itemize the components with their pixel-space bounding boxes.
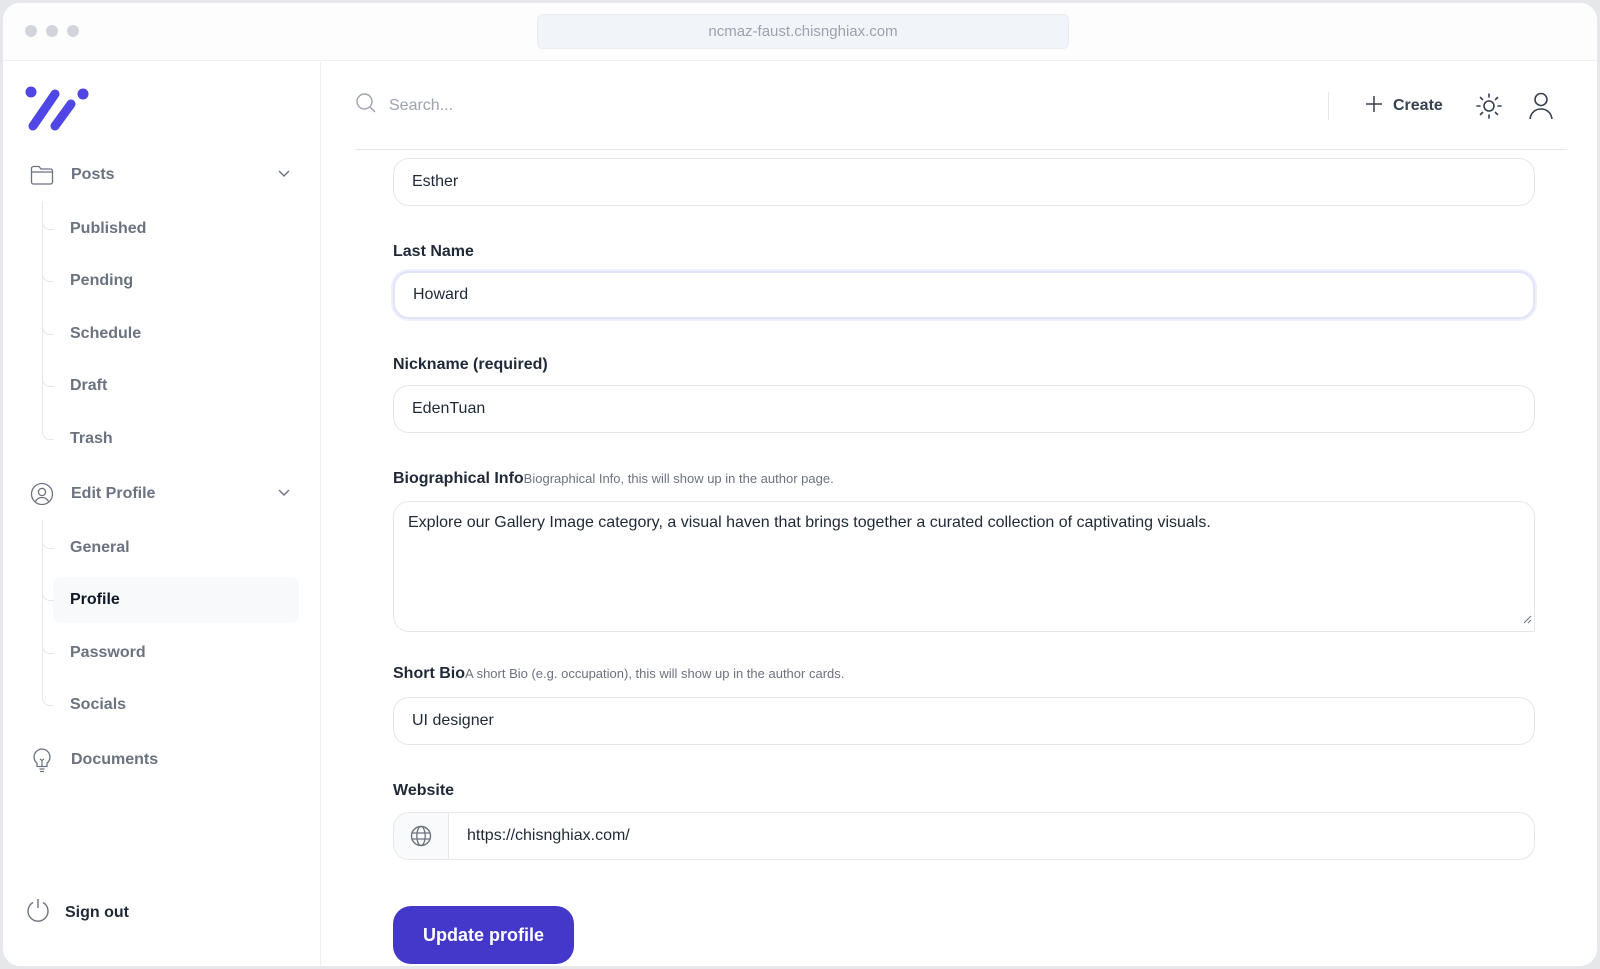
website-field-group: https://chisnghiax.com/ [393,812,1535,860]
sidebar-item-label: Published [70,220,147,237]
user-circle-icon [29,481,55,507]
sidebar-item-label: Password [70,644,146,661]
search-icon [355,92,377,119]
bio-hint: Biographical Info, this will show up in … [523,471,834,486]
sidebar-item-general[interactable]: General [42,525,299,571]
last-name-label: Last Name [393,243,474,260]
sidebar-item-label: Pending [70,272,134,289]
chevron-down-icon[interactable] [277,165,291,183]
sign-out-button[interactable]: Sign out [25,897,129,928]
website-input[interactable]: https://chisnghiax.com/ [449,813,630,859]
lightbulb-icon [29,747,55,773]
sidebar-item-label: Posts [71,166,115,183]
sidebar-item-label: Draft [70,377,108,394]
nickname-label: Nickname (required) [393,356,548,373]
nickname-field[interactable]: EdenTuan [393,385,1535,433]
last-name-field[interactable]: Howard [393,271,1535,319]
sidebar-item-label: Edit Profile [71,485,156,502]
sidebar-item-label: Schedule [70,325,142,342]
sidebar-item-password[interactable]: Password [42,630,299,676]
short-bio-label-text: Short Bio [393,665,465,682]
bio-label: Biographical InfoBiographical Info, this… [393,470,834,488]
sidebar-item-profile[interactable]: Profile [42,577,299,623]
sidebar-item-posts[interactable]: Posts [29,157,291,193]
bio-label-text: Biographical Info [393,470,524,487]
divider [1328,92,1329,120]
search-box [355,92,789,119]
close-window-dot[interactable] [25,25,37,37]
chevron-down-icon[interactable] [277,484,291,502]
address-bar[interactable]: ncmaz-faust.chisnghiax.com [537,14,1069,49]
window-controls [25,25,79,37]
sun-icon[interactable] [1475,92,1503,125]
minimize-window-dot[interactable] [46,25,58,37]
sidebar-item-label: Profile [70,591,120,608]
logo-icon[interactable] [25,84,91,137]
sidebar-item-edit-profile[interactable]: Edit Profile [29,476,291,512]
sidebar-item-draft[interactable]: Draft [42,363,299,409]
sidebar-item-pending[interactable]: Pending [42,258,299,304]
resize-handle-icon[interactable] [1522,611,1532,629]
short-bio-field[interactable]: UI designer [393,697,1535,745]
sidebar: Posts Published Pending Schedule Draft T… [3,62,321,966]
maximize-window-dot[interactable] [67,25,79,37]
sign-out-label: Sign out [65,903,129,921]
bio-textarea[interactable]: Explore our Gallery Image category, a vi… [393,501,1535,632]
update-profile-button[interactable]: Update profile [393,906,574,964]
sidebar-item-trash[interactable]: Trash [42,416,299,462]
globe-icon [394,813,449,859]
sidebar-item-label: General [70,539,130,556]
sidebar-item-documents[interactable]: Documents [29,742,291,778]
website-label: Website [393,782,455,799]
power-icon [25,897,51,928]
sidebar-item-socials[interactable]: Socials [42,682,299,728]
create-button[interactable]: Create [1365,92,1443,120]
short-bio-hint: A short Bio (e.g. occupation), this will… [465,666,845,681]
create-label: Create [1393,97,1443,114]
browser-titlebar: ncmaz-faust.chisnghiax.com [3,3,1597,61]
sidebar-item-published[interactable]: Published [42,206,299,252]
user-icon[interactable] [1527,91,1555,126]
plus-icon [1365,95,1383,118]
folder-icon [29,162,55,188]
sidebar-item-label: Trash [70,430,113,447]
browser-window: ncmaz-faust.chisnghiax.com Posts Publish… [2,2,1598,967]
sidebar-item-label: Documents [71,751,159,768]
search-input[interactable] [389,96,789,115]
sidebar-item-label: Socials [70,696,127,713]
bio-text: Explore our Gallery Image category, a vi… [408,514,1211,531]
top-bar: Create [355,62,1567,150]
short-bio-label: Short BioA short Bio (e.g. occupation), … [393,665,844,683]
first-name-field[interactable]: Esther [393,158,1535,206]
sidebar-item-schedule[interactable]: Schedule [42,311,299,357]
tree-line [42,520,43,696]
